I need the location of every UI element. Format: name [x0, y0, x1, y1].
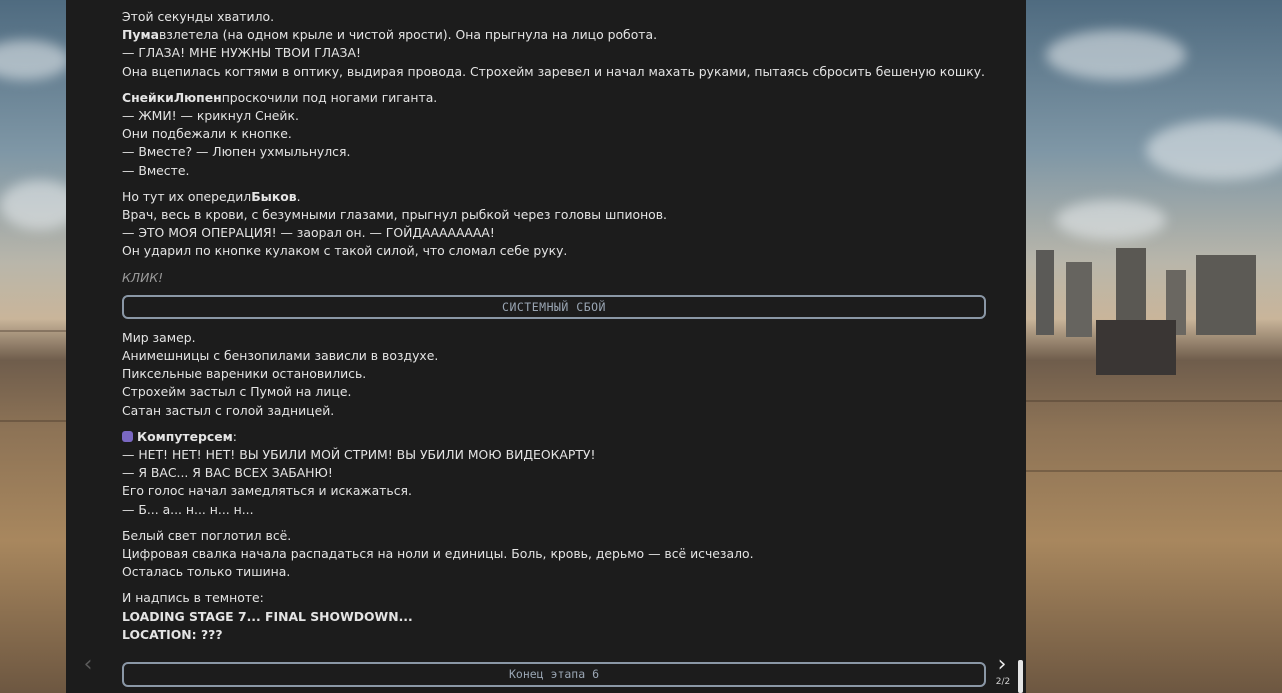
paragraph-1: Этой секунды хватило. Пумавзлетела (на о… [122, 8, 986, 81]
end-of-stage-button[interactable]: Конец этапа 6 [122, 662, 986, 687]
text-line: Сатан застыл с голой задницей. [122, 402, 335, 418]
text-line: СнейкиЛюпенпроскочили под ногами гиганта… [122, 89, 986, 107]
text-line: — ЖМИ! — крикнул Снейк. [122, 108, 299, 124]
text-line: Его голос начал замедляться и искажаться… [122, 483, 412, 499]
text-line: Он ударил по кнопке кулаком с такой сило… [122, 243, 568, 259]
character-name: СнейкиЛюпен [122, 89, 222, 105]
paragraph-7: И надпись в темноте: LOADING STAGE 7... … [122, 589, 986, 644]
character-name: Пума [122, 27, 159, 43]
text-line: Осталась только тишина. [122, 564, 291, 580]
text-line: — Б... а... н... н... н... [122, 501, 254, 517]
background-left-strip [0, 0, 66, 693]
text-line: — ЭТО МОЯ ОПЕРАЦИЯ! — заорал он. — ГОЙДА… [122, 225, 495, 241]
text-line: — Вместе? — Люпен ухмыльнулся. [122, 144, 351, 160]
chevron-left-icon[interactable]: ‹ [78, 654, 98, 676]
paragraph-2: СнейкиЛюпенпроскочили под ногами гиганта… [122, 89, 986, 180]
text-line: Врач, весь в крови, с безумными глазами,… [122, 207, 667, 223]
paragraph-6: Белый свет поглотил всё. Цифровая свалка… [122, 527, 986, 582]
text-line: Но тут их опередилБыков. [122, 188, 986, 206]
text-line: Она вцепилась когтями в оптику, выдирая … [122, 63, 985, 79]
story-panel: Этой секунды хватило. Пумавзлетела (на о… [66, 0, 1026, 693]
speaker-name: Компутерсем [137, 428, 233, 444]
chevron-right-icon[interactable]: › [992, 654, 1012, 676]
loading-text: LOADING STAGE 7... FINAL SHOWDOWN... [122, 608, 413, 624]
text-fragment: Но тут их опередил [122, 188, 252, 204]
speaker-line: Компутерсем: [122, 428, 986, 446]
paragraph-3: Но тут их опередилБыков. Врач, весь в кр… [122, 188, 986, 261]
alien-monster-icon [122, 430, 133, 442]
text-line: Мир замер. [122, 329, 196, 345]
location-text: LOCATION: ??? [122, 626, 223, 642]
paragraph-5: Компутерсем: — НЕТ! НЕТ! НЕТ! ВЫ УБИЛИ М… [122, 428, 986, 519]
text-fragment: взлетела (на одном крыле и чистой ярости… [158, 27, 658, 43]
sound-effect: КЛИК! [122, 269, 164, 285]
paragraph-4: Мир замер. Анимешницы с бензопилами зави… [122, 329, 986, 420]
text-fragment: : [232, 428, 237, 444]
paragraph-click: КЛИК! [122, 269, 986, 287]
text-line: — ГЛАЗА! МНЕ НУЖНЫ ТВОИ ГЛАЗА! [122, 45, 361, 61]
text-line: — НЕТ! НЕТ! НЕТ! ВЫ УБИЛИ МОЙ СТРИМ! ВЫ … [122, 447, 596, 463]
text-line: — Вместе. [122, 162, 190, 178]
text-line: Этой секунды хватило. [122, 9, 275, 24]
text-fragment: проскочили под ногами гиганта. [221, 89, 438, 105]
text-line: Пиксельные вареники остановились. [122, 366, 367, 382]
page-indicator: 2/2 [995, 677, 1011, 687]
background-right-strip [1026, 0, 1282, 693]
text-line: И надпись в темноте: [122, 590, 264, 606]
text-line: Белый свет поглотил всё. [122, 527, 292, 543]
text-line: Пумавзлетела (на одном крыле и чистой яр… [122, 26, 986, 44]
text-line: Они подбежали к кнопке. [122, 126, 292, 142]
story-content: Этой секунды хватило. Пумавзлетела (на о… [122, 8, 986, 652]
text-line: — Я ВАС... Я ВАС ВСЕХ ЗАБАНЮ! [122, 465, 333, 481]
text-line: Анимешницы с бензопилами зависли в возду… [122, 348, 439, 364]
text-line: Строхейм застыл с Пумой на лице. [122, 384, 352, 400]
text-line: Цифровая свалка начала распадаться на но… [122, 546, 754, 562]
text-fragment: . [296, 188, 301, 204]
scrollbar-thumb[interactable] [1018, 660, 1023, 693]
character-name: Быков [251, 188, 297, 204]
system-failure-banner: СИСТЕМНЫЙ СБОЙ [122, 294, 986, 319]
